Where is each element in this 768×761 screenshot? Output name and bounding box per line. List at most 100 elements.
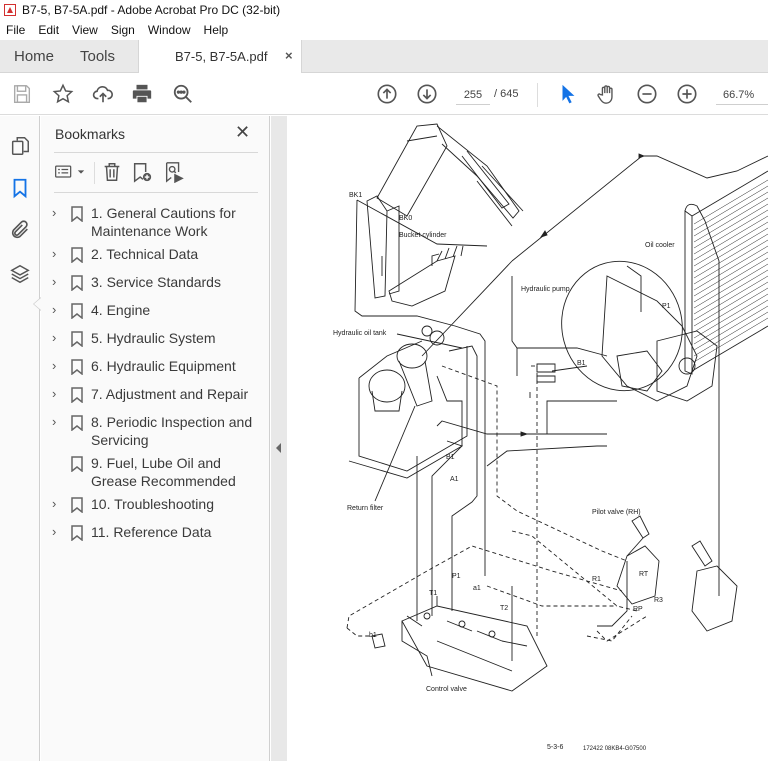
control-valve-drawing: [371, 586, 548, 692]
close-panel-icon[interactable]: ✕: [235, 122, 250, 143]
bookmarks-panel: Bookmarks ✕ › 1. General Cautions for Ma…: [41, 116, 270, 761]
tab-document-label: B7-5, B7-5A.pdf: [175, 49, 268, 64]
menu-help[interactable]: Help: [204, 23, 229, 37]
bookmark-item[interactable]: › 3. Service Standards: [41, 271, 270, 299]
menu-view[interactable]: View: [72, 23, 98, 37]
label-hydraulic-oil-tank: Hydraulic oil tank: [333, 330, 387, 337]
pilot-lines: [346, 365, 648, 642]
label-t2: T2: [500, 605, 509, 612]
bookmark-item[interactable]: › 6. Hydraulic Equipment: [41, 355, 270, 383]
label-pilot-valve-rh: Pilot valve (RH): [592, 509, 641, 516]
bookmark-label: 10. Troubleshooting: [91, 496, 214, 512]
window-title: B7-5, B7-5A.pdf - Adobe Acrobat Pro DC (…: [22, 3, 281, 17]
toolbar-divider: [94, 162, 95, 184]
find-bookmark-icon[interactable]: [163, 160, 185, 184]
options-menu-icon[interactable]: [54, 160, 85, 184]
bookmark-label: 4. Engine: [91, 302, 151, 318]
hydraulic-circuit-diagram: [346, 123, 768, 692]
collapse-panel-icon[interactable]: [276, 443, 281, 453]
expand-chevron-icon[interactable]: ›: [41, 413, 71, 431]
delete-bookmark-icon[interactable]: [101, 160, 123, 184]
bookmark-item[interactable]: › 5. Hydraulic System: [41, 327, 270, 355]
bucket-pipe-return: [356, 199, 488, 247]
page-thumbnails-icon[interactable]: [8, 134, 32, 158]
bookmark-label: 1. General Cautions for Maintenance Work: [91, 205, 236, 239]
menu-edit[interactable]: Edit: [38, 23, 59, 37]
toolbar-divider: [537, 83, 538, 107]
expand-chevron-icon[interactable]: ›: [41, 385, 71, 403]
page-up-icon[interactable]: [375, 82, 399, 106]
pipe-center: [486, 445, 607, 467]
layers-icon[interactable]: [8, 262, 32, 286]
bookmark-label: 2. Technical Data: [91, 246, 199, 262]
page-down-icon[interactable]: [415, 82, 439, 106]
expand-chevron-icon[interactable]: ›: [41, 245, 71, 263]
menu-sign[interactable]: Sign: [111, 23, 135, 37]
hand-tool-icon[interactable]: [595, 82, 619, 106]
bookmarks-title: Bookmarks: [55, 126, 126, 142]
expand-chevron-icon[interactable]: ›: [41, 523, 71, 541]
return-filter-leader: [374, 405, 416, 502]
panel-splitter[interactable]: [271, 116, 287, 761]
bookmark-item[interactable]: 9. Fuel, Lube Oil and Grease Recommended: [41, 452, 270, 493]
zoom-in-icon[interactable]: [675, 82, 699, 106]
expand-chevron-icon[interactable]: ›: [41, 357, 71, 375]
bookmark-star-icon[interactable]: [51, 82, 75, 106]
expand-chevron-icon[interactable]: ›: [41, 329, 71, 347]
bookmark-item[interactable]: › 7. Adjustment and Repair: [41, 383, 270, 411]
bookmark-item[interactable]: › 1. General Cautions for Maintenance Wo…: [41, 202, 270, 243]
attachments-icon[interactable]: [8, 218, 32, 242]
print-icon[interactable]: [130, 82, 154, 106]
zoom-out-icon[interactable]: [635, 82, 659, 106]
bookmarks-icon[interactable]: [8, 176, 32, 200]
expand-chevron-icon[interactable]: ›: [41, 204, 71, 222]
flow-arrow: [638, 153, 646, 159]
page-total: / 645: [494, 88, 519, 100]
menu-window[interactable]: Window: [148, 23, 191, 37]
bucket-pipe-loop: [354, 199, 486, 576]
bookmark-item[interactable]: › 11. Reference Data: [41, 521, 270, 549]
right-return-pipe: [546, 400, 617, 434]
menu-bar: File Edit View Sign Window Help: [0, 20, 768, 40]
bookmark-label: 9. Fuel, Lube Oil and Grease Recommended: [91, 455, 236, 489]
upload-cloud-icon[interactable]: [91, 82, 115, 106]
label-rp: RP: [633, 606, 643, 613]
bookmark-item[interactable]: › 10. Troubleshooting: [41, 493, 270, 521]
pilot-valve-lh-drawing: [691, 540, 738, 632]
bookmark-icon: [71, 273, 91, 296]
expand-chevron-icon[interactable]: ›: [41, 273, 71, 291]
tab-close-icon[interactable]: ×: [285, 48, 293, 63]
select-cursor-icon[interactable]: [556, 82, 580, 106]
label-bk1: BK1: [349, 192, 363, 199]
acrobat-app-icon: [4, 4, 16, 16]
tab-bar: Home Tools B7-5, B7-5A.pdf ×: [0, 40, 768, 74]
tab-tools[interactable]: Tools: [80, 48, 115, 65]
new-bookmark-icon[interactable]: [131, 160, 153, 184]
zoom-level-input[interactable]: [716, 85, 768, 105]
bookmark-icon: [71, 357, 91, 380]
tab-home[interactable]: Home: [14, 48, 54, 65]
bookmark-item[interactable]: › 8. Periodic Inspection and Servicing: [41, 411, 270, 452]
divider: [54, 152, 258, 153]
bookmark-item[interactable]: › 2. Technical Data: [41, 243, 270, 271]
bookmark-icon: [71, 495, 91, 518]
label-bk0: BK0: [399, 215, 413, 222]
search-zoom-icon[interactable]: [171, 82, 195, 106]
bookmark-item[interactable]: › 4. Engine: [41, 299, 270, 327]
expand-chevron-icon[interactable]: ›: [41, 301, 71, 319]
save-icon[interactable]: [10, 82, 34, 106]
tab-document[interactable]: B7-5, B7-5A.pdf ×: [138, 40, 302, 74]
page-number-input[interactable]: [456, 85, 490, 105]
hydraulic-pump-drawing: [536, 260, 718, 402]
expand-chevron-icon[interactable]: ›: [41, 495, 71, 513]
bookmark-icon: [71, 413, 91, 436]
bookmark-label: 11. Reference Data: [91, 524, 212, 540]
divider: [54, 192, 258, 193]
window-title-bar: B7-5, B7-5A.pdf - Adobe Acrobat Pro DC (…: [0, 0, 768, 20]
label-r3: R3: [654, 597, 663, 604]
label-bucket-cylinder: Bucket cylinder: [399, 232, 447, 239]
menu-file[interactable]: File: [6, 23, 25, 37]
label-r1: R1: [592, 576, 601, 583]
bookmark-label: 5. Hydraulic System: [91, 330, 216, 346]
tank-pipe-b: [431, 375, 463, 596]
